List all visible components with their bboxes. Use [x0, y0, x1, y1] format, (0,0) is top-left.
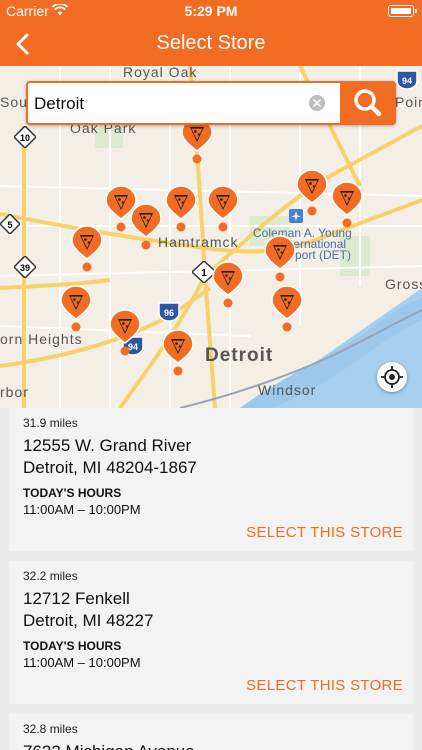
highway-shield-96: 96 — [158, 302, 180, 322]
map-label-heights: orn Heights — [0, 331, 83, 347]
select-store-button[interactable]: SELECT THIS STORE — [246, 677, 403, 694]
store-pin-icon[interactable] — [70, 224, 104, 272]
highway-shield-10: 10 — [14, 126, 36, 148]
store-hours: 11:00AM – 10:00PM — [23, 502, 141, 517]
page-title: Select Store — [156, 32, 266, 54]
store-map[interactable]: Royal Oak Oak Park Sou Pointe Hamtramck … — [0, 66, 422, 408]
store-card: 32.8 miles 7622 Michigan Avenue — [9, 714, 413, 750]
store-pin-icon[interactable] — [206, 184, 240, 232]
svg-text:94: 94 — [402, 76, 412, 86]
crosshair-icon — [381, 366, 403, 388]
store-pin-icon[interactable] — [211, 260, 245, 308]
highway-shield-5: 5 — [0, 214, 20, 234]
svg-text:5: 5 — [7, 220, 12, 230]
store-city: Detroit, MI 48204-1867 — [23, 458, 197, 477]
search-icon — [354, 89, 382, 117]
current-location-button[interactable] — [377, 362, 407, 392]
status-time: 5:29 PM — [184, 3, 238, 19]
store-card: 31.9 miles 12555 W. Grand River Detroit,… — [9, 408, 413, 551]
store-street: 12712 Fenkell — [23, 589, 130, 608]
highway-shield-39: 39 — [14, 256, 36, 278]
map-label-hamtramck: Hamtramck — [158, 234, 239, 250]
store-hours: 11:00AM – 10:00PM — [23, 655, 141, 670]
store-street: 12555 W. Grand River — [23, 436, 192, 455]
svg-text:96: 96 — [164, 308, 174, 318]
store-street: 7622 Michigan Avenue — [23, 741, 195, 750]
status-bar: Carrier 5:29 PM — [0, 0, 422, 22]
store-pin-icon[interactable] — [129, 202, 163, 250]
store-pin-icon[interactable] — [270, 284, 304, 332]
search-input[interactable] — [34, 91, 294, 117]
map-label-grosse: Grosse — [385, 276, 422, 292]
map-label-arbor: rbor — [0, 384, 29, 400]
store-pin-icon[interactable] — [161, 328, 195, 376]
highway-shield-94-east: 94 — [396, 70, 418, 90]
search-button[interactable] — [340, 81, 396, 125]
store-pin-icon[interactable] — [108, 308, 142, 356]
map-label-south: Sou — [0, 94, 28, 110]
store-distance: 32.2 miles — [23, 569, 78, 583]
app-screen: Carrier 5:29 PM Select Store Royal Oak O… — [0, 0, 422, 750]
clear-search-icon[interactable] — [309, 95, 325, 111]
store-hours-label: TODAY'S HOURS — [23, 639, 122, 653]
svg-text:39: 39 — [20, 263, 30, 273]
nav-bar: Select Store — [0, 22, 422, 66]
map-label-royal-oak: Royal Oak — [123, 66, 198, 80]
store-pin-icon[interactable] — [164, 184, 198, 232]
svg-text:10: 10 — [20, 133, 30, 143]
store-distance: 31.9 miles — [23, 416, 78, 430]
store-distance: 32.8 miles — [23, 722, 78, 736]
store-pin-icon[interactable] — [59, 284, 93, 332]
store-pin-icon[interactable] — [330, 180, 364, 228]
store-city: Detroit, MI 48227 — [23, 611, 154, 630]
map-label-airport-3: rport (DET) — [291, 248, 351, 262]
battery-icon — [388, 5, 417, 17]
search-bar — [26, 81, 396, 125]
store-card: 32.2 miles 12712 Fenkell Detroit, MI 482… — [9, 561, 413, 704]
store-hours-label: TODAY'S HOURS — [23, 486, 122, 500]
map-label-detroit: Detroit — [205, 345, 274, 366]
select-store-button[interactable]: SELECT THIS STORE — [246, 524, 403, 541]
map-label-windsor: Windsor — [258, 382, 317, 398]
svg-text:1: 1 — [201, 268, 207, 279]
store-pin-icon[interactable] — [295, 168, 329, 216]
store-pin-icon[interactable] — [263, 234, 297, 282]
map-label-pointe: Pointe — [395, 94, 422, 110]
